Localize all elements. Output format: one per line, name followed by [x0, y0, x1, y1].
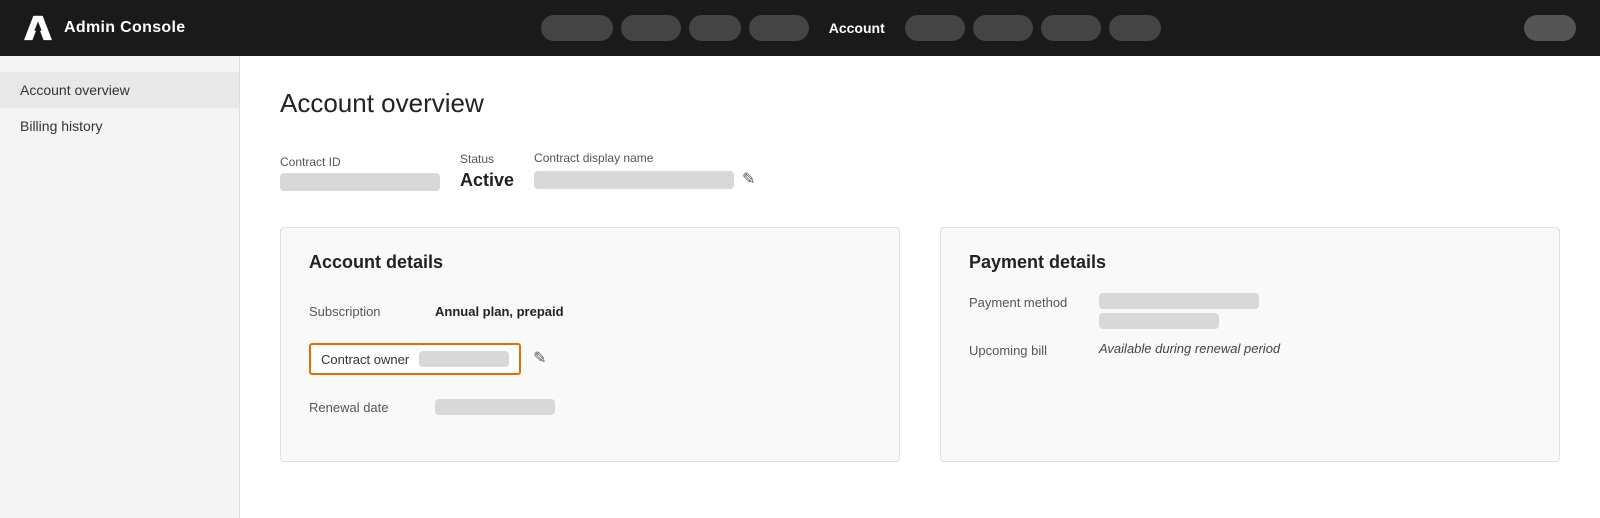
payment-method-row: Payment method	[969, 293, 1531, 329]
contract-display-name-group: Contract display name ✎	[534, 151, 755, 191]
status-label: Status	[460, 152, 514, 166]
nav-pill-7[interactable]	[1041, 15, 1101, 41]
nav-account-label[interactable]: Account	[817, 20, 897, 36]
renewal-date-label: Renewal date	[309, 400, 419, 415]
account-details-title: Account details	[309, 252, 871, 273]
contract-owner-row: Contract owner ✎	[309, 341, 871, 377]
sidebar-item-account-overview[interactable]: Account overview	[0, 72, 239, 108]
contract-fields-row: Contract ID Status Active Contract displ…	[280, 151, 1560, 191]
nav-pill-6[interactable]	[973, 15, 1033, 41]
payment-method-values	[1099, 293, 1259, 329]
account-details-panel: Account details Subscription Annual plan…	[280, 227, 900, 462]
content-area: Account overview Contract ID Status Acti…	[240, 56, 1600, 518]
adobe-logo-icon	[24, 14, 52, 42]
subscription-row: Subscription Annual plan, prepaid	[309, 293, 871, 329]
subscription-label: Subscription	[309, 304, 419, 319]
upcoming-bill-label: Upcoming bill	[969, 341, 1079, 358]
contract-id-group: Contract ID	[280, 155, 440, 191]
nav-pill-4[interactable]	[749, 15, 809, 41]
app-title: Admin Console	[64, 19, 186, 37]
sidebar-item-account-overview-label: Account overview	[20, 82, 130, 98]
contract-owner-inner: Contract owner ✎	[309, 343, 547, 375]
main-layout: Account overview Billing history Account…	[0, 56, 1600, 518]
topnav-right	[1516, 15, 1576, 41]
nav-pill-2[interactable]	[621, 15, 681, 41]
topnav-items: Account	[202, 15, 1501, 41]
sidebar-item-billing-history[interactable]: Billing history	[0, 108, 239, 144]
edit-display-name-icon[interactable]: ✎	[742, 169, 755, 189]
sidebar-item-billing-history-label: Billing history	[20, 118, 102, 134]
contract-owner-label: Contract owner	[321, 352, 409, 367]
status-group: Status Active	[460, 152, 514, 191]
contract-owner-box: Contract owner	[309, 343, 521, 375]
contract-id-label: Contract ID	[280, 155, 440, 169]
contract-display-name-bar	[534, 171, 734, 189]
nav-pill-3[interactable]	[689, 15, 741, 41]
nav-pill-8[interactable]	[1109, 15, 1161, 41]
status-value: Active	[460, 170, 514, 191]
renewal-date-value-bar	[435, 399, 555, 415]
sidebar: Account overview Billing history	[0, 56, 240, 518]
page-title: Account overview	[280, 88, 1560, 119]
payment-details-title: Payment details	[969, 252, 1531, 273]
contract-display-name-label: Contract display name	[534, 151, 755, 165]
payment-details-panel: Payment details Payment method Upcoming …	[940, 227, 1560, 462]
payment-method-bar-1	[1099, 293, 1259, 309]
edit-contract-owner-icon[interactable]: ✎	[533, 348, 546, 368]
contract-id-value-bar	[280, 173, 440, 191]
upcoming-bill-row: Upcoming bill Available during renewal p…	[969, 341, 1531, 358]
nav-pill-5[interactable]	[905, 15, 965, 41]
subscription-value: Annual plan, prepaid	[435, 304, 564, 319]
renewal-date-row: Renewal date	[309, 389, 871, 425]
payment-method-bar-2	[1099, 313, 1219, 329]
logo-area: Admin Console	[24, 14, 186, 42]
payment-method-label: Payment method	[969, 293, 1079, 310]
upcoming-bill-value: Available during renewal period	[1099, 341, 1280, 356]
nav-pill-1[interactable]	[541, 15, 613, 41]
panels-row: Account details Subscription Annual plan…	[280, 227, 1560, 462]
topnav: Admin Console Account	[0, 0, 1600, 56]
contract-owner-value-bar	[419, 351, 509, 367]
nav-pill-user[interactable]	[1524, 15, 1576, 41]
